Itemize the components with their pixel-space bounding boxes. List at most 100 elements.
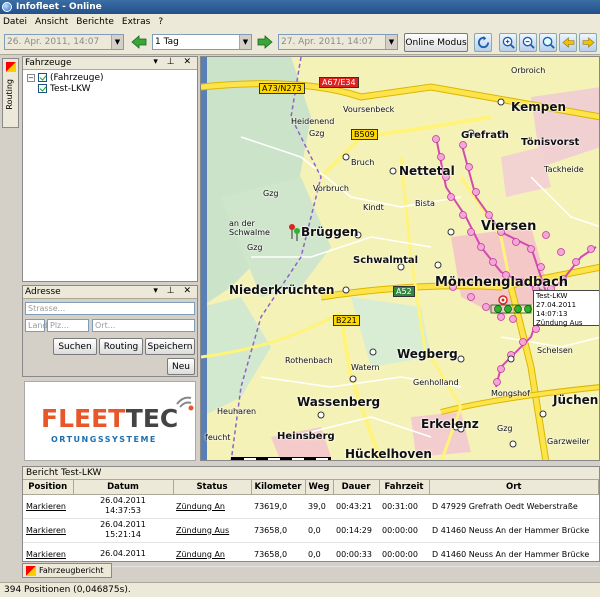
- mark-link[interactable]: Markieren: [23, 494, 73, 519]
- map-scale-bar: [231, 457, 331, 460]
- address-panel: Adresse ▾ ⊥ ✕ Strasse... Land Plz... Ort…: [22, 285, 198, 377]
- status-link[interactable]: Zündung Aus: [176, 526, 229, 535]
- refresh-button[interactable]: [474, 33, 492, 52]
- tab-routing[interactable]: Routing: [2, 58, 19, 128]
- map-view[interactable]: A67/E34 A73/N273 B509 A52 B221 Orbroich …: [200, 56, 600, 461]
- routing-button[interactable]: Routing: [99, 338, 143, 355]
- zoom-out-button[interactable]: [519, 33, 537, 52]
- menu-help[interactable]: ?: [158, 17, 163, 27]
- table-row[interactable]: Markieren 26.04.2011 14:37:53 Zündung An …: [23, 494, 599, 519]
- map-label-gzg-1: Gzg: [309, 129, 325, 138]
- zoom-in-button[interactable]: [499, 33, 517, 52]
- from-date-select[interactable]: 26. Apr. 2011, 14:07 ▼: [4, 34, 124, 50]
- row-weg: 0,0: [305, 542, 333, 567]
- tree-node-test-lkw[interactable]: Test-LKW: [27, 83, 193, 94]
- col-datum[interactable]: Datum: [73, 480, 174, 495]
- row-status: Zündung Aus: [173, 518, 251, 543]
- col-ort[interactable]: Ort: [429, 480, 599, 495]
- row-ort: D 41460 Neuss An der Hammer Brücke: [429, 542, 599, 567]
- mark-link[interactable]: Markieren: [23, 518, 73, 543]
- tree-node-label: Test-LKW: [50, 83, 91, 94]
- search-button[interactable]: Suchen: [53, 338, 97, 355]
- logo-part1: FLEET: [41, 404, 126, 433]
- zoom-in-icon: [502, 36, 515, 49]
- road-sign-b509: B509: [351, 129, 378, 140]
- zip-input[interactable]: Plz...: [47, 319, 89, 332]
- menu-berichte[interactable]: Berichte: [76, 17, 114, 27]
- panel-controls[interactable]: ▾ ⊥ ✕: [153, 286, 194, 296]
- chevron-down-icon[interactable]: ▼: [385, 35, 397, 49]
- tab-fahrzeugbericht-label: Fahrzeugbericht: [39, 566, 104, 575]
- menu-ansicht[interactable]: Ansicht: [35, 17, 68, 27]
- next-period-button[interactable]: [256, 34, 274, 50]
- row-date-value: 26.04.2011: [100, 496, 146, 505]
- map-label-genholland: Genholland: [413, 378, 459, 387]
- left-dock-tabs: Routing: [0, 56, 20, 461]
- map-label-wegberg: Wegberg: [397, 347, 458, 361]
- map-label-grefrath: Grefrath: [461, 130, 509, 141]
- status-bar: 394 Positionen (0,046875s).: [0, 582, 600, 597]
- row-fahrzeit: 00:31:00: [379, 494, 429, 519]
- row-dauer: 00:00:33: [333, 542, 379, 567]
- city-input[interactable]: Ort...: [92, 319, 195, 332]
- forward-button[interactable]: [579, 33, 597, 52]
- zoom-area-button[interactable]: [539, 33, 557, 52]
- tooltip-status: Zündung Aus: [536, 319, 583, 327]
- logo-subtitle: ORTUNGSSYSTEME: [51, 435, 157, 444]
- country-input[interactable]: Land: [25, 319, 48, 332]
- checkbox-icon[interactable]: [38, 84, 47, 93]
- period-select[interactable]: 1 Tag ▼: [152, 34, 252, 50]
- row-time-value: 15:21:14: [105, 530, 141, 539]
- col-status[interactable]: Status: [173, 480, 252, 495]
- map-label-heidenend: Heidenend: [291, 117, 335, 126]
- tooltip-time: 27.04.2011 14:07:13: [536, 301, 577, 318]
- to-date-value: 27. Apr. 2011, 14:07: [281, 37, 374, 47]
- zoom-out-icon: [522, 36, 535, 49]
- row-date: 26.04.2011 14:37:53: [73, 494, 173, 519]
- new-button[interactable]: Neu: [167, 358, 195, 375]
- menu-bar: Datei Ansicht Berichte Extras ?: [0, 14, 600, 29]
- col-kilometer[interactable]: Kilometer: [251, 480, 306, 495]
- map-label-gzg-2: Gzg: [263, 189, 279, 198]
- row-time-value: 14:37:53: [105, 506, 141, 515]
- address-panel-title: Adresse: [25, 287, 61, 297]
- tree-node-label: (Fahrzeuge): [50, 72, 104, 83]
- vehicle-tooltip: Test-LKW 27.04.2011 14:07:13 Zündung Aus: [533, 290, 599, 327]
- status-link[interactable]: Zündung An: [176, 502, 225, 511]
- row-date-value: 26.04.2011: [100, 549, 146, 558]
- tree-node-fahrzeuge[interactable]: − (Fahrzeuge): [27, 72, 193, 83]
- panel-controls[interactable]: ▾ ⊥ ✕: [153, 57, 194, 67]
- menu-datei[interactable]: Datei: [3, 17, 27, 27]
- col-fahrzeit[interactable]: Fahrzeit: [379, 480, 430, 495]
- back-button[interactable]: [559, 33, 577, 52]
- table-row[interactable]: Markieren 26.04.2011 15:21:14 Zündung Aus…: [23, 518, 599, 543]
- street-input[interactable]: Strasse...: [25, 302, 195, 315]
- prev-period-button[interactable]: [130, 34, 148, 50]
- map-label-heinsberg: Heinsberg: [277, 431, 335, 442]
- col-dauer[interactable]: Dauer: [333, 480, 380, 495]
- row-dauer: 00:43:21: [333, 494, 379, 519]
- to-date-select[interactable]: 27. Apr. 2011, 14:07 ▼: [278, 34, 398, 50]
- map-label-moenchengladbach: Mönchengladbach: [435, 275, 569, 290]
- map-label-nettetal: Nettetal: [399, 164, 455, 178]
- chevron-down-icon[interactable]: ▼: [239, 35, 251, 49]
- report-header-row: Position Datum Status Kilometer Weg Daue…: [23, 480, 599, 495]
- col-position[interactable]: Position: [23, 480, 74, 495]
- menu-extras[interactable]: Extras: [122, 17, 150, 27]
- road-sign-a73: A73/N273: [259, 83, 305, 94]
- map-label-bruch: Bruch: [351, 158, 375, 167]
- report-icon: [6, 62, 16, 72]
- row-km: 73658,0: [251, 518, 305, 543]
- expand-icon[interactable]: −: [27, 73, 35, 82]
- online-mode-button[interactable]: Online Modus: [404, 33, 468, 52]
- tab-fahrzeugbericht[interactable]: Fahrzeugbericht: [22, 563, 112, 578]
- chevron-down-icon[interactable]: ▼: [111, 35, 123, 49]
- road-sign-b221: B221: [333, 315, 360, 326]
- map-label-feucht: feucht: [205, 433, 231, 442]
- status-link[interactable]: Zündung An: [176, 550, 225, 559]
- save-button[interactable]: Speichern: [145, 338, 195, 355]
- row-weg: 39,0: [305, 494, 333, 519]
- checkbox-icon[interactable]: [38, 73, 47, 82]
- map-label-wassenberg: Wassenberg: [297, 395, 381, 409]
- col-weg[interactable]: Weg: [305, 480, 334, 495]
